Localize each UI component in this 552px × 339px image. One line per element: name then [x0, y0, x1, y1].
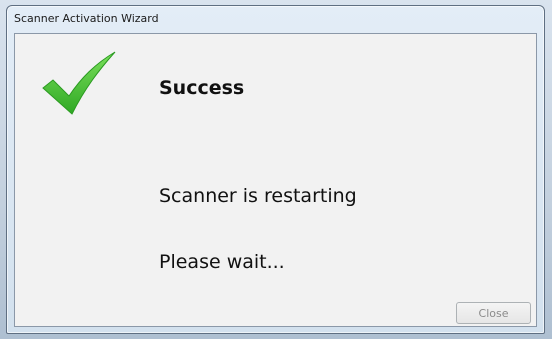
close-button[interactable]: Close	[456, 302, 531, 324]
wizard-window: Scanner Activation Wizard Success Scanne…	[6, 5, 545, 334]
dialog-content: Success Scanner is restarting Please wai…	[14, 33, 537, 327]
page-title: Success	[159, 77, 245, 99]
status-message: Scanner is restarting	[159, 185, 357, 207]
title-bar[interactable]: Scanner Activation Wizard	[7, 6, 544, 33]
window-title: Scanner Activation Wizard	[14, 12, 159, 25]
wait-message: Please wait...	[159, 251, 285, 273]
checkmark-icon	[42, 51, 116, 115]
